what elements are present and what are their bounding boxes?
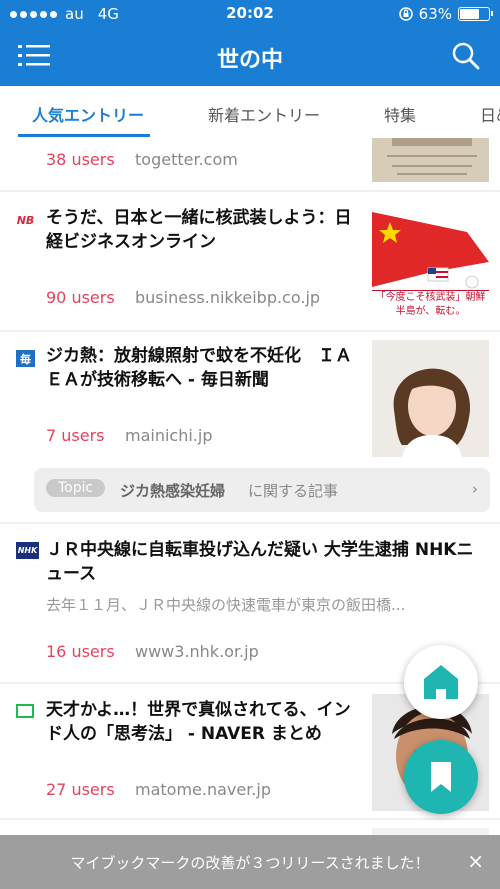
status-bar: au 4G 20:02 63%: [0, 0, 500, 28]
naver-favicon: [16, 704, 34, 718]
topic-link[interactable]: Topic ジカ熱感染妊婦 に関する記事 ›: [34, 468, 490, 512]
page-title: 世の中: [216, 48, 283, 73]
entry-title[interactable]: そうだ、日本と一緒に核武装しよう：日経ビジネスオンライン: [46, 206, 361, 254]
entry-users[interactable]: 90 users: [46, 288, 115, 307]
entry-domain[interactable]: business.nikkeibp.co.jp: [135, 288, 320, 307]
battery-icon: [458, 7, 493, 21]
entry-users[interactable]: 16 users: [46, 642, 115, 661]
bookmark-button[interactable]: [404, 740, 478, 814]
chevron-right-icon: ›: [472, 480, 478, 498]
tab-popular[interactable]: 人気エントリー: [32, 102, 144, 126]
entry-domain[interactable]: matome.naver.jp: [135, 780, 271, 799]
entry-users[interactable]: 27 users: [46, 780, 115, 799]
entry-thumbnail[interactable]: [372, 138, 489, 182]
topic-suffix: に関する記事: [248, 482, 339, 500]
close-icon[interactable]: ×: [467, 849, 484, 873]
search-icon[interactable]: [452, 42, 480, 70]
status-right: 63%: [398, 5, 493, 23]
nav-bar: 世の中: [0, 28, 500, 86]
entry-title[interactable]: ＪＲ中央線に自転車投げ込んだ疑い 大学生逮捕 NHKニュース: [46, 538, 486, 586]
orientation-lock-icon: [398, 7, 413, 21]
entry-thumbnail[interactable]: 「今度こそ核武装」朝鮮半島が、転む。: [372, 202, 489, 319]
entry-domain[interactable]: togetter.com: [135, 150, 238, 169]
tab-active-indicator: [18, 134, 150, 137]
entry-snippet: 去年１１月、ＪＲ中央線の快速電車が東京の飯田橋...: [46, 596, 406, 614]
mainichi-favicon: 毎: [16, 350, 35, 367]
tab-features[interactable]: 特集: [384, 102, 416, 126]
topic-badge: Topic: [46, 479, 106, 497]
home-icon: [424, 665, 458, 699]
list-item[interactable]: 毎 ジカ熱：放射線照射で蚊を不妊化 ＩＡＥＡが技術移転へ - 毎日新聞 7 us…: [0, 332, 500, 522]
entry-users[interactable]: 38 users: [46, 150, 115, 169]
nikkei-business-favicon: NB: [16, 214, 35, 227]
notification-toast[interactable]: マイブックマークの改善が３つリリースされました！ ×: [0, 835, 500, 889]
portrait-photo: [372, 340, 489, 457]
old-book-image: [372, 138, 489, 182]
list-item[interactable]: NB そうだ、日本と一緒に核武装しよう：日経ビジネスオンライン 90 users…: [0, 192, 500, 330]
entry-title[interactable]: 天才かよ…！世界で真似されてる、インド人の「思考法」 - NAVER まとめ: [46, 698, 361, 746]
topic-name: ジカ熱感染妊婦: [120, 482, 226, 500]
nhk-favicon: NHK: [16, 542, 39, 559]
tab-partial[interactable]: 日め: [480, 102, 500, 126]
battery-percent: 63%: [418, 5, 452, 23]
home-button[interactable]: [404, 645, 478, 719]
list-item[interactable]: 38 users togetter.com: [0, 138, 500, 190]
thumbnail-caption: 「今度こそ核武装」朝鮮半島が、転む。: [372, 290, 489, 319]
entry-title[interactable]: ジカ熱：放射線照射で蚊を不妊化 ＩＡＥＡが技術移転へ - 毎日新聞: [46, 344, 361, 392]
entry-thumbnail[interactable]: [372, 340, 489, 457]
entry-domain[interactable]: www3.nhk.or.jp: [135, 642, 259, 661]
bookmark-icon: [431, 762, 451, 792]
battery-level: [460, 9, 479, 19]
tab-new[interactable]: 新着エントリー: [208, 102, 320, 126]
entry-domain[interactable]: mainichi.jp: [125, 426, 213, 445]
entry-users[interactable]: 7 users: [46, 426, 105, 445]
toast-message: マイブックマークの改善が３つリリースされました！: [70, 854, 430, 872]
tab-bar: 人気エントリー 新着エントリー 特集 日め: [0, 86, 500, 139]
